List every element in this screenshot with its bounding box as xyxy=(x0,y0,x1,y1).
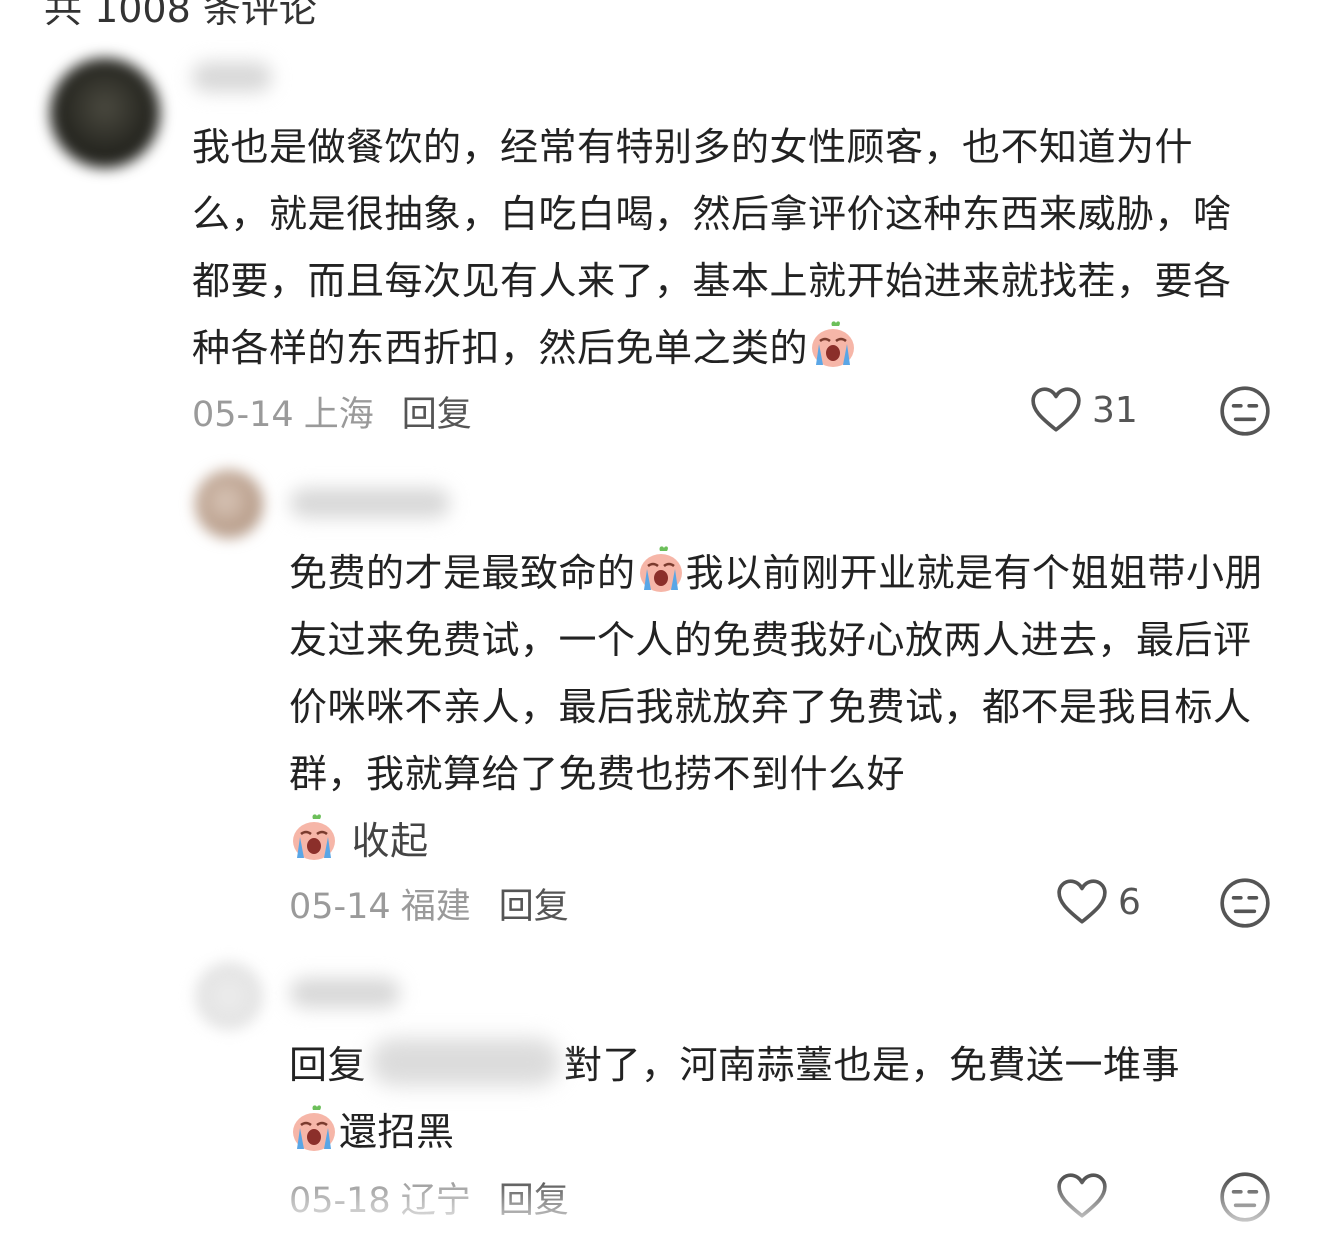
scroll-fade xyxy=(0,1179,1320,1249)
like-button[interactable]: 6 xyxy=(1056,878,1141,926)
reply-button[interactable]: 回复 xyxy=(499,887,569,927)
mentioned-user[interactable] xyxy=(370,1038,561,1086)
comment-text: 回复 對了，河南蒜薹也是，免費送一堆事 還招黑 xyxy=(289,1032,1264,1166)
comment-body: 我也是做餐饮的，经常有特别多的女性顾客，也不知道为什么，就是很抽象，白吃白喝，然… xyxy=(192,125,1232,370)
avatar[interactable] xyxy=(50,58,160,168)
comment-body-part-2: 還招黑 xyxy=(339,1110,455,1154)
heart-outline-icon xyxy=(1030,386,1082,434)
reply-button[interactable]: 回复 xyxy=(402,395,472,435)
crying-face-emoji xyxy=(289,812,339,862)
crying-face-emoji xyxy=(636,544,686,594)
collapse-button[interactable]: 收起 xyxy=(352,819,429,863)
username[interactable] xyxy=(290,488,450,518)
reply-prefix: 回复 xyxy=(289,1043,367,1087)
crying-face-emoji xyxy=(808,319,858,369)
like-count: 31 xyxy=(1092,389,1138,431)
comment-count-title: 共 1008 条评论 xyxy=(44,0,317,31)
comment-date: 05-14 xyxy=(289,887,391,927)
avatar[interactable] xyxy=(195,962,263,1030)
comment-location: 福建 xyxy=(400,887,471,927)
crying-face-emoji xyxy=(289,1103,339,1153)
comment-text: 免费的才是最致命的 我以前刚开业就是有个姐姐带小朋友过来免费试，一个人的免费我好心… xyxy=(289,540,1264,875)
comment-text: 我也是做餐饮的，经常有特别多的女性顾客，也不知道为什么，就是很抽象，白吃白喝，然… xyxy=(192,114,1242,382)
comment-location: 上海 xyxy=(303,395,374,435)
like-count: 6 xyxy=(1118,881,1141,923)
comment-meta: 05-14 上海 回复 xyxy=(192,386,472,437)
heart-outline-icon xyxy=(1056,878,1108,926)
like-button[interactable]: 31 xyxy=(1030,386,1138,434)
comment-date: 05-14 xyxy=(192,395,294,435)
comment-body-part-1: 對了，河南蒜薹也是，免費送一堆事 xyxy=(564,1043,1181,1087)
comment-meta: 05-14 福建 回复 xyxy=(289,878,569,929)
meh-face-icon[interactable] xyxy=(1218,384,1272,438)
comment-body-part-1: 免费的才是最致命的 xyxy=(289,551,636,595)
username[interactable] xyxy=(290,978,400,1008)
avatar[interactable] xyxy=(195,470,263,538)
meh-face-icon[interactable] xyxy=(1218,876,1272,930)
username[interactable] xyxy=(192,62,272,92)
